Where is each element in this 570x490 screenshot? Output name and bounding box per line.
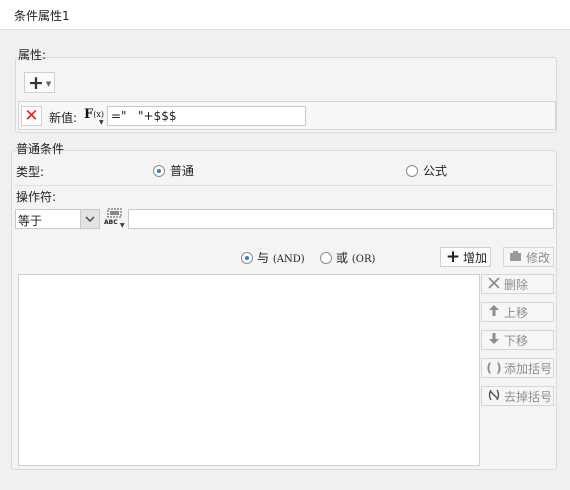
type-normal-label[interactable]: 普通	[170, 164, 194, 178]
arrow-down-icon	[486, 332, 502, 348]
delete-property-button[interactable]: ✕	[21, 106, 42, 126]
formula-caret-icon: ▼	[99, 119, 104, 126]
dialog-title: 条件属性1	[14, 9, 70, 23]
value-type-caret-icon: ▼	[120, 222, 125, 229]
new-value-label: 新值:	[49, 111, 78, 125]
operator-select[interactable]: 等于	[15, 209, 100, 229]
operator-value: 等于	[18, 214, 43, 228]
type-label: 类型:	[16, 165, 45, 179]
new-value-input[interactable]: =" "+$$$	[107, 106, 306, 126]
plus-icon: +	[445, 247, 461, 267]
move-up-label: 上移	[504, 305, 529, 320]
logic-or-radio[interactable]	[320, 252, 332, 264]
delete-condition-label: 删除	[504, 277, 529, 292]
delete-condition-button[interactable]: 删除	[481, 274, 554, 294]
edit-icon	[508, 250, 524, 265]
logic-and-text: 与	[257, 251, 270, 265]
properties-legend: 属性:	[18, 48, 47, 62]
abc-text: ABC	[104, 219, 118, 226]
move-down-label: 下移	[504, 333, 529, 348]
remove-parentheses-icon	[486, 388, 502, 405]
logic-or-suffix: (OR)	[351, 254, 376, 265]
add-parentheses-label: 添加括号	[504, 361, 553, 376]
condition-list[interactable]	[18, 274, 480, 466]
dialog-header: 条件属性1	[0, 0, 570, 30]
logic-and-label[interactable]: 与 (AND)	[257, 251, 305, 267]
logic-and-radio[interactable]	[241, 252, 253, 264]
type-separator	[14, 185, 554, 186]
type-formula-radio[interactable]	[406, 165, 418, 177]
add-parentheses-button[interactable]: ( ) 添加括号	[481, 358, 554, 378]
move-up-button[interactable]: 上移	[481, 302, 554, 322]
value-type-button[interactable]: ABC ▼	[103, 208, 125, 229]
chevron-down-icon	[80, 210, 99, 228]
modify-condition-button[interactable]: 修改	[503, 247, 554, 267]
close-x-icon: ✕	[24, 105, 39, 126]
plus-icon: +	[28, 71, 44, 94]
add-condition-label: 增加	[463, 250, 488, 265]
formula-button[interactable]: F(x) ▼	[84, 107, 106, 127]
logic-and-suffix: (AND)	[272, 254, 305, 265]
add-condition-button[interactable]: + 增加	[440, 247, 491, 267]
remove-parentheses-button[interactable]: 去掉括号	[481, 386, 554, 406]
parentheses-icon: ( )	[486, 361, 502, 375]
logic-or-label[interactable]: 或 (OR)	[336, 251, 375, 267]
type-normal-radio[interactable]	[153, 165, 165, 177]
conditions-legend: 普通条件	[16, 142, 65, 156]
add-property-button[interactable]: + ▼	[24, 72, 55, 93]
close-icon	[486, 276, 502, 292]
move-down-button[interactable]: 下移	[481, 330, 554, 350]
abc-icon	[107, 208, 122, 218]
remove-parentheses-label: 去掉括号	[504, 389, 553, 404]
logic-or-text: 或	[336, 251, 349, 265]
type-formula-label[interactable]: 公式	[423, 164, 447, 178]
operand-input[interactable]	[128, 209, 554, 229]
arrow-up-icon	[486, 304, 502, 320]
dropdown-caret-icon: ▼	[45, 80, 52, 88]
operator-label: 操作符:	[16, 190, 57, 204]
modify-condition-label: 修改	[526, 250, 551, 265]
